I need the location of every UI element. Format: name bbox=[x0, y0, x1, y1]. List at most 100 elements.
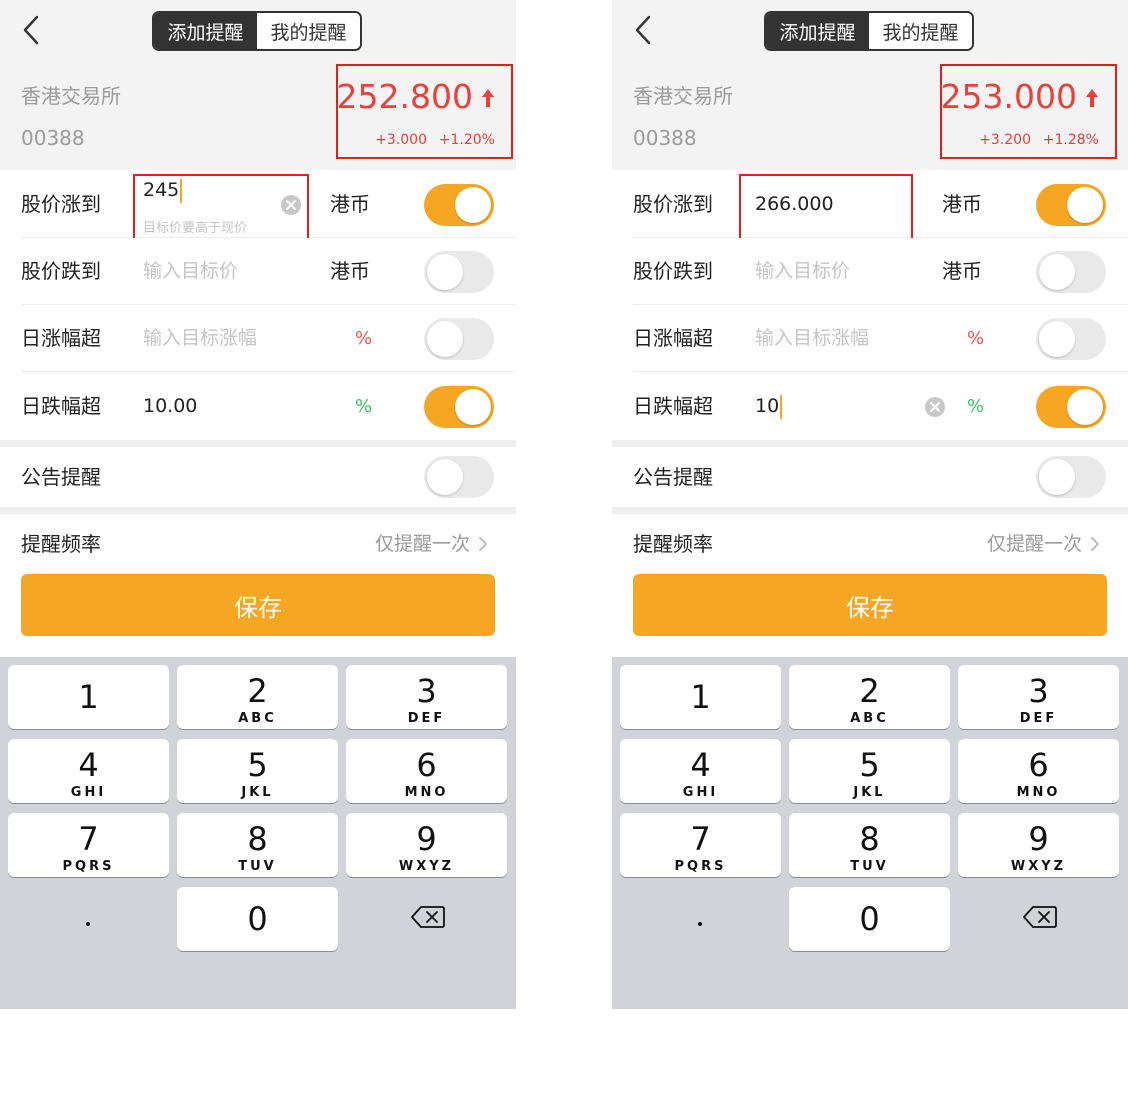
price-fall-input[interactable]: 输入目标价 bbox=[755, 238, 850, 305]
toggle-knob bbox=[455, 389, 491, 425]
tab-add-reminder[interactable]: 添加提醒 bbox=[154, 13, 257, 49]
daily-drop-input[interactable]: 10.00 bbox=[143, 373, 197, 440]
key-digit: 4 bbox=[78, 746, 99, 784]
key-1[interactable]: 1 bbox=[8, 665, 169, 729]
key-digit: 3 bbox=[416, 672, 437, 710]
row-frequency[interactable]: 提醒频率 仅提醒一次 bbox=[0, 514, 516, 574]
daily-gain-toggle[interactable] bbox=[1036, 318, 1106, 360]
key-6[interactable]: 6 MNO bbox=[346, 739, 507, 803]
key-letters: WXYZ bbox=[1010, 859, 1067, 874]
key-1[interactable]: 1 bbox=[620, 665, 781, 729]
tab-add-reminder[interactable]: 添加提醒 bbox=[766, 13, 869, 49]
price-change-pct: +1.28% bbox=[1042, 132, 1099, 148]
key-7[interactable]: 7 PQRS bbox=[8, 813, 169, 877]
key-3[interactable]: 3 DEF bbox=[346, 665, 507, 729]
row-label: 提醒频率 bbox=[21, 532, 101, 556]
back-icon[interactable] bbox=[626, 12, 662, 48]
tab-my-reminders[interactable]: 我的提醒 bbox=[257, 13, 360, 49]
key-decimal[interactable] bbox=[620, 887, 781, 951]
daily-drop-input[interactable]: 10 bbox=[755, 373, 783, 440]
save-button[interactable]: 保存 bbox=[633, 574, 1107, 636]
key-2[interactable]: 2 ABC bbox=[789, 665, 950, 729]
key-letters: ABC bbox=[238, 711, 277, 726]
daily-gain-toggle[interactable] bbox=[424, 318, 494, 360]
key-letters: PQRS bbox=[674, 859, 727, 874]
announcement-toggle[interactable] bbox=[1036, 456, 1106, 498]
key-9[interactable]: 9 WXYZ bbox=[346, 813, 507, 877]
tab-my-reminders[interactable]: 我的提醒 bbox=[869, 13, 972, 49]
key-digit: 8 bbox=[859, 820, 880, 858]
row-label: 日跌幅超 bbox=[21, 394, 101, 418]
key-9[interactable]: 9 WXYZ bbox=[958, 813, 1119, 877]
exchange-name: 香港交易所 bbox=[633, 84, 733, 108]
frequency-value: 仅提醒一次 bbox=[986, 533, 1082, 555]
row-daily-gain: 日涨幅超 输入目标涨幅 % bbox=[0, 305, 516, 372]
input-highlight-box bbox=[739, 174, 913, 244]
key-7[interactable]: 7 PQRS bbox=[620, 813, 781, 877]
key-letters: TUV bbox=[850, 859, 889, 874]
decimal-point-icon bbox=[86, 922, 90, 926]
key-digit: 0 bbox=[247, 900, 268, 938]
key-digit: 2 bbox=[247, 672, 268, 710]
key-letters: WXYZ bbox=[398, 859, 455, 874]
key-3[interactable]: 3 DEF bbox=[958, 665, 1119, 729]
clear-input-icon[interactable] bbox=[925, 397, 945, 417]
key-5[interactable]: 5 JKL bbox=[177, 739, 338, 803]
key-digit: 9 bbox=[416, 820, 437, 858]
key-digit: 4 bbox=[690, 746, 711, 784]
row-label: 公告提醒 bbox=[633, 465, 713, 489]
current-price: 253.000 bbox=[940, 77, 1077, 116]
toggle-knob bbox=[1067, 389, 1103, 425]
daily-gain-input[interactable]: 输入目标涨幅 bbox=[755, 305, 869, 372]
price-highlight-box: 253.000 +3.200 +1.28% bbox=[940, 64, 1117, 159]
key-8[interactable]: 8 TUV bbox=[177, 813, 338, 877]
frequency-value: 仅提醒一次 bbox=[374, 533, 470, 555]
section-gap bbox=[0, 440, 516, 447]
toggle-knob bbox=[455, 187, 491, 223]
phone-screen-left: 添加提醒 我的提醒 香港交易所 00388 252.800 +3.000 +1.… bbox=[0, 0, 516, 1009]
key-letters: GHI bbox=[682, 785, 719, 800]
row-price-fall: 股价跌到 输入目标价 港币 bbox=[0, 238, 516, 305]
key-6[interactable]: 6 MNO bbox=[958, 739, 1119, 803]
key-backspace[interactable] bbox=[958, 887, 1119, 951]
daily-drop-toggle[interactable] bbox=[1036, 386, 1106, 428]
divider bbox=[21, 371, 516, 372]
row-frequency[interactable]: 提醒频率 仅提醒一次 bbox=[612, 514, 1128, 574]
key-decimal[interactable] bbox=[8, 887, 169, 951]
daily-gain-input[interactable]: 输入目标涨幅 bbox=[143, 305, 257, 372]
key-5[interactable]: 5 JKL bbox=[789, 739, 950, 803]
row-daily-drop: 日跌幅超 10 % bbox=[612, 373, 1128, 440]
key-digit: 5 bbox=[859, 746, 880, 784]
announcement-toggle[interactable] bbox=[424, 456, 494, 498]
key-2[interactable]: 2 ABC bbox=[177, 665, 338, 729]
key-backspace[interactable] bbox=[346, 887, 507, 951]
key-digit: 3 bbox=[1028, 672, 1049, 710]
price-rise-toggle[interactable] bbox=[424, 184, 494, 226]
row-daily-drop: 日跌幅超 10.00 % bbox=[0, 373, 516, 440]
price-fall-toggle[interactable] bbox=[424, 251, 494, 293]
arrow-up-icon bbox=[1086, 89, 1098, 107]
key-letters: ABC bbox=[850, 711, 889, 726]
toggle-knob bbox=[427, 321, 463, 357]
price-fall-input[interactable]: 输入目标价 bbox=[143, 238, 238, 305]
key-0[interactable]: 0 bbox=[177, 887, 338, 951]
back-icon[interactable] bbox=[14, 12, 50, 48]
chevron-right-icon bbox=[1091, 537, 1099, 551]
reminder-tabs: 添加提醒 我的提醒 bbox=[152, 11, 362, 51]
chevron-right-icon bbox=[479, 537, 487, 551]
daily-drop-toggle[interactable] bbox=[424, 386, 494, 428]
save-button[interactable]: 保存 bbox=[21, 574, 495, 636]
key-digit: 2 bbox=[859, 672, 880, 710]
key-0[interactable]: 0 bbox=[789, 887, 950, 951]
key-4[interactable]: 4 GHI bbox=[8, 739, 169, 803]
key-8[interactable]: 8 TUV bbox=[789, 813, 950, 877]
price-highlight-box: 252.800 +3.000 +1.20% bbox=[336, 64, 513, 159]
phone-screen-right: 添加提醒 我的提醒 香港交易所 00388 253.000 +3.200 +1.… bbox=[612, 0, 1128, 1009]
row-announcement: 公告提醒 bbox=[0, 447, 516, 507]
price-rise-toggle[interactable] bbox=[1036, 184, 1106, 226]
numeric-keypad: 1 2 ABC 3 DEF 4 GHI 5 JKL 6 MNO 7 PQRS 8 TUV 9W… bbox=[612, 657, 1128, 1009]
numeric-keypad: 1 2 ABC 3 DEF 4 GHI 5 JKL 6 MNO 7 PQRS 8 TUV 9W… bbox=[0, 657, 516, 1009]
key-4[interactable]: 4 GHI bbox=[620, 739, 781, 803]
price-fall-toggle[interactable] bbox=[1036, 251, 1106, 293]
key-letters: TUV bbox=[238, 859, 277, 874]
